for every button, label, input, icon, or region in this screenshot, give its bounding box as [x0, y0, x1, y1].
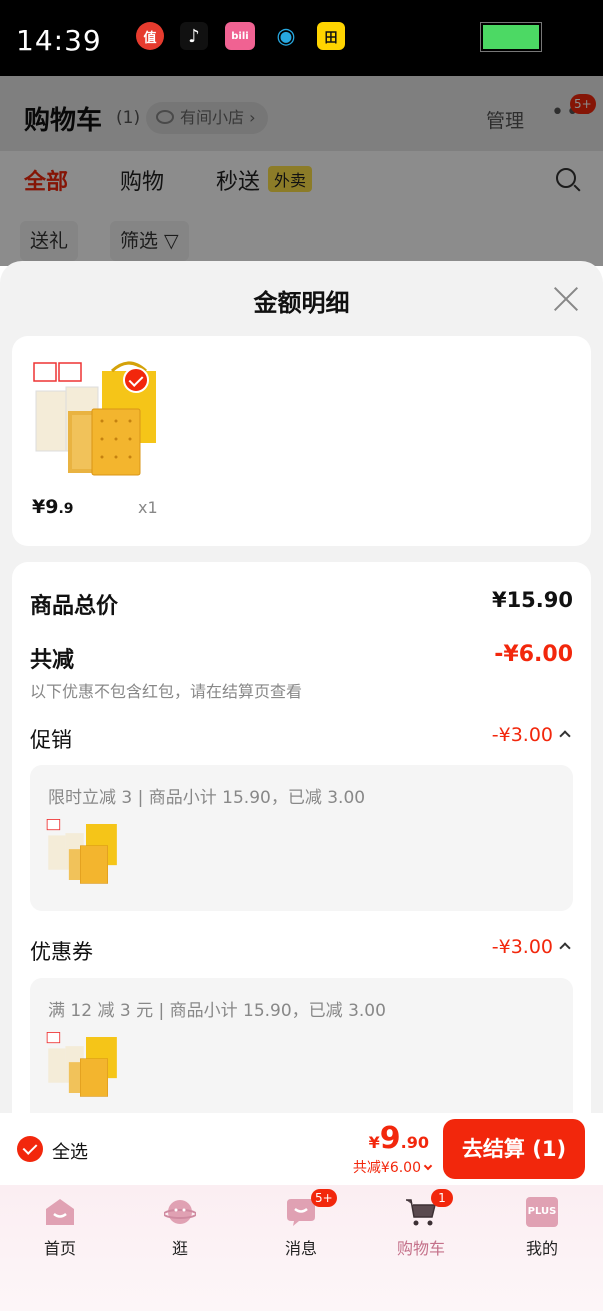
product-price: ¥9.9	[32, 496, 74, 518]
dim-overlay[interactable]	[0, 76, 603, 266]
tianchao-icon: 田	[317, 22, 345, 50]
bottom-tab-bar: 首页 逛 5+ 消息 1 购物车 PLUS 我的	[0, 1185, 603, 1311]
tab-profile[interactable]: PLUS 我的	[482, 1185, 602, 1275]
tab-cart-label: 购物车	[396, 1239, 445, 1258]
amount-detail-sheet: 金额明细 ¥9.9 x1 商品总价 ¥15.90 共减 -¥6.00 以下优惠不…	[0, 261, 603, 1121]
discount-note: 以下优惠不包含红包，请在结算页查看	[30, 682, 303, 701]
checkout-button[interactable]: 去结算 (1)	[443, 1119, 585, 1179]
discount-label: 共减	[30, 648, 75, 673]
messages-badge: 5+	[311, 1189, 337, 1207]
saved-amount: 共减¥6.00	[352, 1160, 421, 1176]
tab-home-label: 首页	[43, 1239, 76, 1258]
tab-cart[interactable]: 1 购物车	[361, 1185, 481, 1275]
selected-check-icon[interactable]	[123, 367, 149, 393]
product-quantity: x1	[138, 498, 158, 517]
planet-icon	[164, 1200, 196, 1224]
select-all-label[interactable]: 全选	[52, 1138, 88, 1164]
cart-badge: 1	[431, 1189, 453, 1207]
product-card: ¥9.9 x1	[12, 336, 591, 546]
chevron-up-icon	[559, 942, 571, 954]
status-bar: 14:39 值 ♪ bili ◉ 田	[0, 0, 603, 76]
promotion-detail: 限时立减 3 | 商品小计 15.90，已减 3.00	[48, 788, 366, 808]
promotion-value: -¥3.00	[491, 724, 553, 746]
sheet-title: 金额明细	[253, 289, 350, 317]
tab-browse-label: 逛	[171, 1239, 188, 1258]
battery-icon	[480, 22, 542, 52]
clock: 14:39	[16, 24, 102, 57]
select-all-check-icon[interactable]	[17, 1136, 43, 1162]
tab-messages-label: 消息	[284, 1239, 317, 1258]
product-thumbnail	[46, 819, 117, 884]
total-price-value: ¥15.90	[491, 588, 573, 612]
tab-browse[interactable]: 逛	[120, 1185, 240, 1275]
tiktok-icon: ♪	[180, 22, 208, 50]
discount-value: -¥6.00	[494, 642, 573, 667]
chevron-up-icon	[559, 730, 571, 742]
chevron-down-icon	[423, 1161, 433, 1171]
coupon-toggle[interactable]: -¥3.00	[491, 936, 571, 958]
promotion-label: 促销	[30, 728, 72, 752]
plus-icon: PLUS	[526, 1197, 558, 1227]
promotion-toggle[interactable]: -¥3.00	[491, 724, 571, 746]
coupon-detail: 满 12 减 3 元 | 商品小计 15.90，已减 3.00	[48, 1001, 386, 1021]
tab-messages[interactable]: 5+ 消息	[241, 1185, 361, 1275]
tab-profile-label: 我的	[525, 1239, 558, 1258]
saved-amount-toggle[interactable]: 共减¥6.00	[352, 1157, 433, 1177]
home-icon	[46, 1199, 74, 1225]
coupon-value: -¥3.00	[491, 936, 553, 958]
checkout-total: ¥9.90	[368, 1121, 429, 1156]
coupon-detail-box: 满 12 减 3 元 | 商品小计 15.90，已减 3.00	[30, 978, 573, 1121]
total-price-label: 商品总价	[30, 594, 119, 619]
product-thumbnail	[46, 1031, 117, 1097]
bilibili-icon: bili	[225, 22, 255, 50]
promotion-detail-box: 限时立减 3 | 商品小计 15.90，已减 3.00	[30, 765, 573, 911]
tab-home[interactable]: 首页	[0, 1185, 120, 1275]
close-icon[interactable]	[552, 285, 580, 313]
amount-detail-card: 商品总价 ¥15.90 共减 -¥6.00 以下优惠不包含红包，请在结算页查看 …	[12, 562, 591, 1121]
coupon-label: 优惠券	[30, 940, 93, 964]
checkout-bar: 全选 ¥9.90 共减¥6.00 去结算 (1)	[0, 1113, 603, 1185]
zhi-app-icon: 值	[136, 22, 164, 50]
qq-icon: ◉	[276, 23, 296, 49]
